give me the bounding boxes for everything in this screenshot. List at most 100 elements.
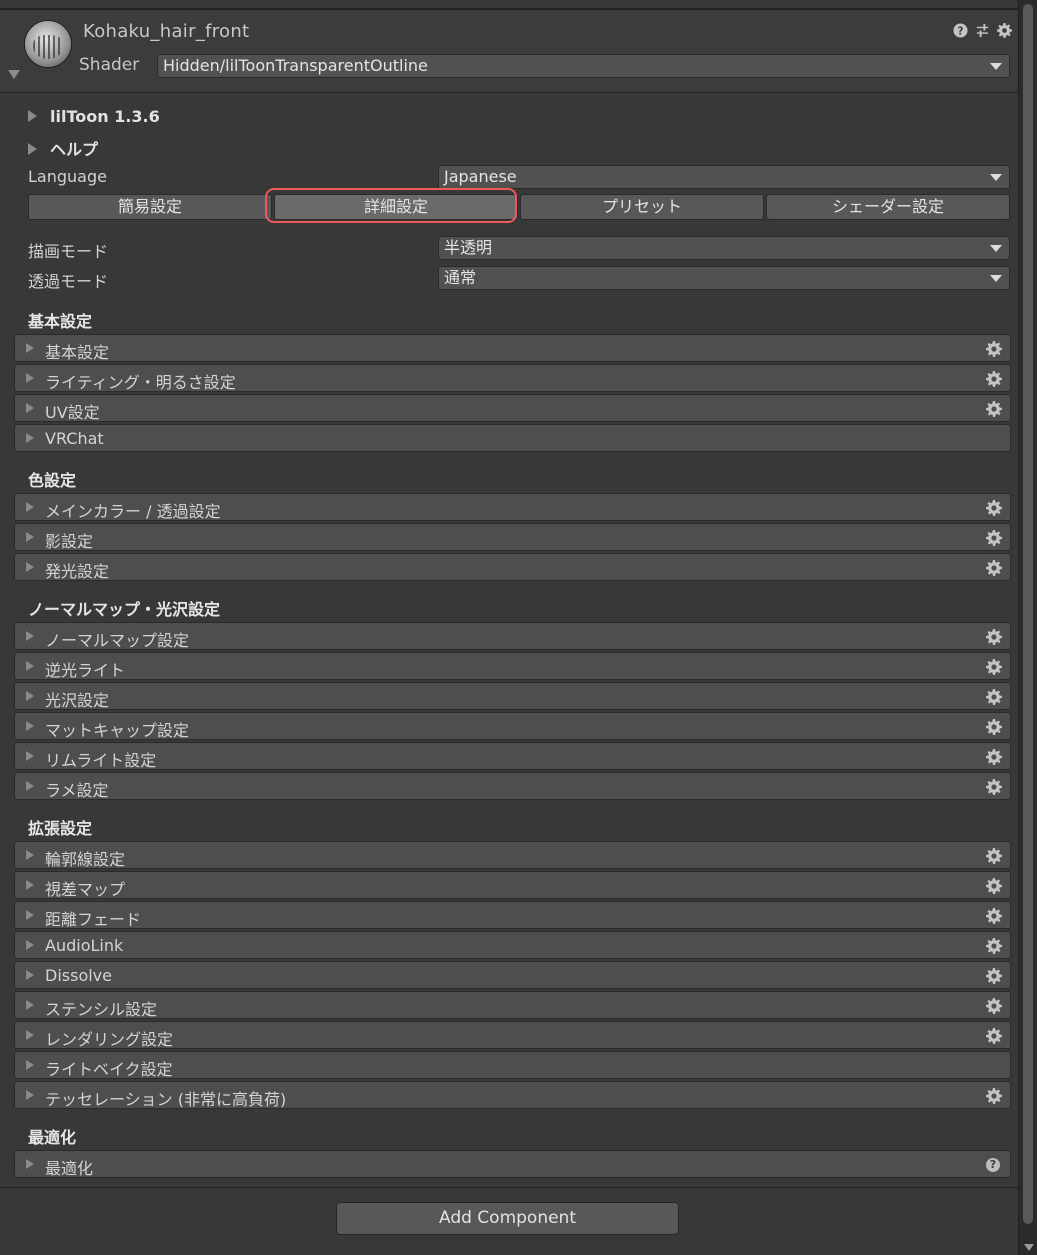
scrollbar-thumb[interactable] [1023,4,1033,1224]
transparent-mode-dropdown[interactable]: 通常 [438,266,1010,290]
gear-icon[interactable] [986,749,1002,765]
foldout-row-label: 逆光ライト [45,661,126,680]
tab-presets[interactable]: プリセット [520,194,764,220]
gear-icon[interactable] [986,530,1002,546]
foldout-arrow-icon [26,940,34,950]
header-collapse-arrow-icon[interactable] [8,70,20,79]
gear-icon[interactable] [986,848,1002,864]
gear-icon[interactable] [986,779,1002,795]
foldout-row[interactable]: 影設定 [14,523,1011,551]
foldout-row[interactable]: 光沢設定 [14,682,1011,710]
gear-icon[interactable] [986,938,1002,954]
material-header: Kohaku_hair_front ? Shader Hidden/lilToo… [0,10,1018,93]
foldout-liltoon-version[interactable]: lilToon 1.3.6 [28,107,160,126]
foldout-row[interactable]: ラメ設定 [14,772,1011,800]
foldout-row[interactable]: 逆光ライト [14,652,1011,680]
gear-icon[interactable] [986,1028,1002,1044]
foldout-arrow-icon [26,433,34,443]
scroll-down-arrow-icon[interactable] [1024,1244,1034,1251]
tab-advanced-settings[interactable]: 詳細設定 [274,194,518,220]
header-icons: ? [952,22,1012,38]
chevron-down-icon [990,174,1002,181]
help-icon[interactable]: ? [952,22,968,38]
foldout-row[interactable]: 視差マップ [14,871,1011,899]
foldout-row-label: 輪郭線設定 [45,850,126,869]
foldout-row[interactable]: ライトベイク設定 [14,1051,1011,1079]
gear-icon[interactable] [986,401,1002,417]
shader-dropdown[interactable]: Hidden/lilToonTransparentOutline [157,54,1010,78]
foldout-row[interactable]: 輪郭線設定 [14,841,1011,869]
foldout-row-label: 光沢設定 [45,691,110,710]
foldout-row-label: ライトベイク設定 [45,1060,173,1079]
gear-icon[interactable] [986,1088,1002,1104]
foldout-arrow-icon [26,1030,34,1040]
foldout-arrow-icon [26,343,34,353]
foldout-row-label: ライティング・明るさ設定 [45,373,236,392]
foldout-row[interactable]: マットキャップ設定 [14,712,1011,740]
foldout-row-label: AudioLink [45,936,124,955]
vertical-scrollbar[interactable] [1018,0,1037,1255]
foldout-row[interactable]: メインカラー / 透過設定 [14,493,1011,521]
foldout-row[interactable]: リムライト設定 [14,742,1011,770]
section-header: 最適化 [28,1128,77,1147]
gear-icon[interactable] [986,341,1002,357]
material-preview-icon [24,20,72,68]
gear-icon[interactable] [996,22,1012,38]
shader-value: Hidden/lilToonTransparentOutline [163,56,428,75]
language-value: Japanese [444,167,517,186]
foldout-row[interactable]: 基本設定 [14,334,1011,362]
gear-icon[interactable] [986,560,1002,576]
settings-tabs: 簡易設定 詳細設定 プリセット シェーダー設定 [28,194,1010,220]
add-component-button[interactable]: Add Component [336,1202,679,1235]
gear-icon[interactable] [986,968,1002,984]
foldout-row-label: メインカラー / 透過設定 [45,502,221,521]
foldout-row-label: UV設定 [45,403,100,422]
foldout-row[interactable]: VRChat [14,424,1011,452]
render-mode-dropdown[interactable]: 半透明 [438,236,1010,260]
gear-icon[interactable] [986,998,1002,1014]
foldout-arrow-icon [26,691,34,701]
foldout-row[interactable]: ライティング・明るさ設定 [14,364,1011,392]
foldout-arrow-icon [26,721,34,731]
foldout-arrow-icon [26,502,34,512]
render-mode-label: 描画モード [28,242,109,261]
tab-shader-settings[interactable]: シェーダー設定 [766,194,1010,220]
foldout-row[interactable]: ノーマルマップ設定 [14,622,1011,650]
foldout-row[interactable]: ステンシル設定 [14,991,1011,1019]
gear-icon[interactable] [986,371,1002,387]
foldout-help[interactable]: ヘルプ [28,136,98,160]
gear-icon[interactable] [986,689,1002,705]
foldout-row-label: VRChat [45,429,104,448]
help-icon[interactable]: ? [986,1158,1000,1172]
gear-icon[interactable] [986,878,1002,894]
gear-icon[interactable] [986,719,1002,735]
foldout-arrow-icon [26,880,34,890]
gear-icon[interactable] [986,500,1002,516]
foldout-arrow-icon [26,631,34,641]
chevron-down-icon [990,275,1002,282]
foldout-row[interactable]: 発光設定 [14,553,1011,581]
section-header: 拡張設定 [28,819,93,838]
foldout-row[interactable]: レンダリング設定 [14,1021,1011,1049]
tab-simple-settings[interactable]: 簡易設定 [28,194,272,220]
preset-sliders-icon[interactable] [974,22,990,38]
foldout-arrow-icon [26,403,34,413]
foldout-row-label: ステンシル設定 [45,1000,158,1019]
language-dropdown[interactable]: Japanese [438,165,1010,189]
foldout-row[interactable]: AudioLink [14,931,1011,959]
foldout-row[interactable]: Dissolve [14,961,1011,989]
foldout-row-label: 視差マップ [45,880,126,899]
foldout-row[interactable]: 距離フェード [14,901,1011,929]
transparent-mode-value: 通常 [444,268,477,287]
foldout-label: lilToon 1.3.6 [50,107,160,126]
gear-icon[interactable] [986,908,1002,924]
foldout-arrow-icon [26,910,34,920]
gear-icon[interactable] [986,629,1002,645]
gear-icon[interactable] [986,659,1002,675]
foldout-row-label: マットキャップ設定 [45,721,190,740]
foldout-row[interactable]: 最適化? [14,1150,1011,1178]
chevron-down-icon [990,63,1002,70]
foldout-row[interactable]: テッセレーション (非常に高負荷) [14,1081,1011,1109]
foldout-row-label: 影設定 [45,532,94,551]
foldout-row[interactable]: UV設定 [14,394,1011,422]
